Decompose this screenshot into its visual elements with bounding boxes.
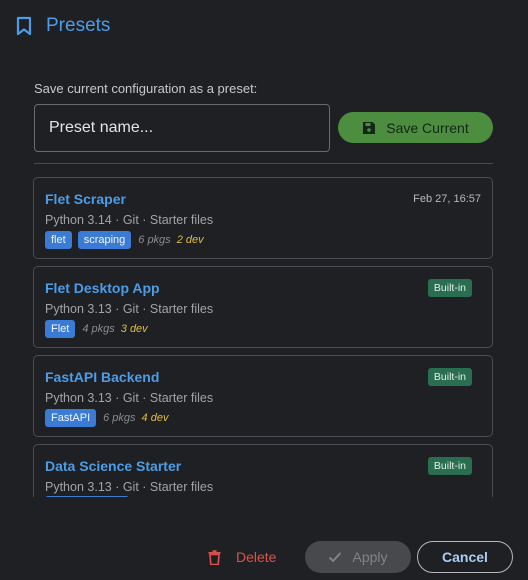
section-divider: [34, 163, 493, 164]
save-preset-label: Save current configuration as a preset:: [34, 81, 258, 96]
delete-button[interactable]: Delete: [208, 545, 276, 569]
delete-label: Delete: [236, 549, 277, 565]
tag-badge: Flet: [45, 320, 76, 338]
dialog-header: Presets: [16, 12, 110, 40]
builtin-badge: Built-in: [427, 279, 472, 297]
tag-badge: scraping: [77, 231, 132, 249]
preset-meta: Python 3.13 · Git · Starter files: [45, 480, 214, 494]
preset-list[interactable]: Flet Scraper Feb 27, 16:57 Python 3.14 ·…: [33, 177, 494, 497]
cancel-label: Cancel: [442, 549, 488, 565]
preset-tags: Flet 4 pkgs 3 dev: [45, 320, 148, 338]
preset-tags: flet scraping 6 pkgs 2 dev: [45, 231, 204, 249]
preset-card-flet-scraper[interactable]: Flet Scraper Feb 27, 16:57 Python 3.14 ·…: [33, 177, 493, 259]
preset-meta: Python 3.13 · Git · Starter files: [45, 302, 214, 316]
preset-name: FastAPI Backend: [45, 369, 160, 385]
preset-card-fastapi-backend[interactable]: FastAPI Backend Built-in Python 3.13 · G…: [33, 355, 493, 437]
apply-label: Apply: [352, 549, 388, 565]
package-count: 4 pkgs: [82, 323, 115, 335]
save-current-button[interactable]: Save Current: [338, 112, 493, 143]
dev-package-count: 4 dev: [141, 412, 169, 424]
package-count: 6 pkgs: [103, 412, 136, 424]
preset-name-input[interactable]: [34, 104, 330, 152]
preset-meta: Python 3.13 · Git · Starter files: [45, 391, 214, 405]
preset-name: Flet Desktop App: [45, 280, 160, 296]
cancel-button[interactable]: Cancel: [417, 541, 513, 573]
preset-date: Feb 27, 16:57: [413, 193, 481, 205]
builtin-badge: Built-in: [427, 368, 472, 386]
package-count: 6 pkgs: [138, 234, 171, 246]
preset-name: Data Science Starter: [45, 458, 182, 474]
dev-package-count: 2 dev: [176, 234, 204, 246]
preset-name: Flet Scraper: [45, 191, 126, 207]
save-current-label: Save Current: [386, 119, 469, 136]
preset-tags: FastAPI 6 pkgs 4 dev: [45, 409, 168, 427]
apply-button[interactable]: Apply: [305, 541, 411, 573]
check-icon: [328, 551, 342, 563]
preset-card-flet-desktop-app[interactable]: Flet Desktop App Built-in Python 3.13 · …: [33, 266, 493, 348]
bookmark-icon: [16, 15, 34, 37]
tag-badge-clipped: [45, 496, 129, 497]
dialog-title: Presets: [46, 15, 111, 36]
trash-icon: [208, 549, 222, 565]
floppy-disk-icon: [362, 121, 376, 135]
builtin-badge: Built-in: [427, 457, 472, 475]
preset-card-data-science-starter[interactable]: Data Science Starter Built-in Python 3.1…: [33, 444, 493, 497]
tag-badge: flet: [45, 231, 72, 249]
preset-meta: Python 3.14 · Git · Starter files: [45, 213, 214, 227]
dev-package-count: 3 dev: [120, 323, 148, 335]
tag-badge: FastAPI: [45, 409, 97, 427]
